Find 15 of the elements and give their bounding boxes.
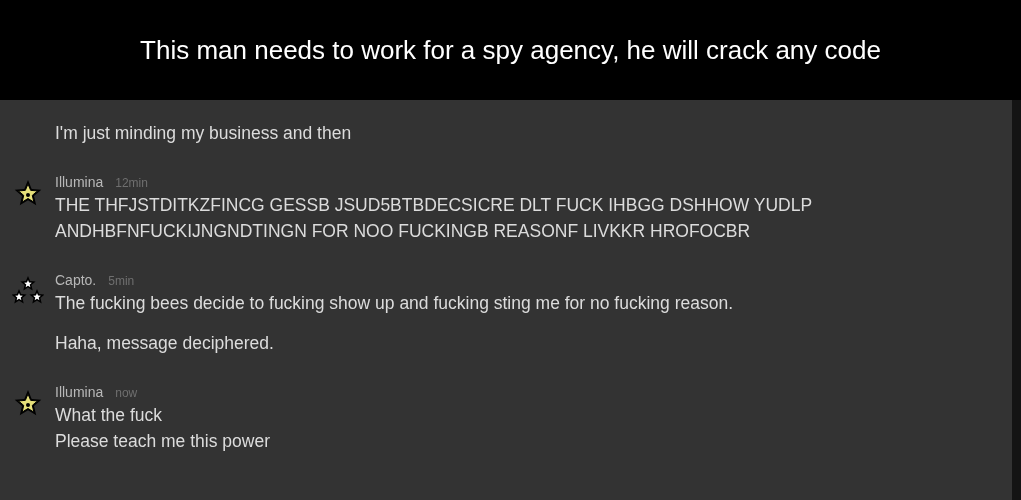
author-name: Capto.	[55, 272, 97, 288]
message-text: I'm just minding my business and then	[55, 122, 352, 145]
message-time: now	[115, 386, 138, 400]
message-text: Please teach me this power	[55, 430, 270, 453]
message-time: 5min	[108, 274, 135, 288]
message-text: What the fuck	[55, 404, 163, 427]
three-stars-icon	[11, 276, 44, 306]
author-name: Illumina	[55, 174, 104, 190]
message-time: 12min	[115, 176, 148, 190]
message-text: ANDHBFNFUCKIJNGNDTINGN FOR NOO FUCKINGB REASONF LIVKKR HROFOCBR	[55, 220, 752, 243]
message-text: Haha, message deciphered.	[55, 332, 275, 355]
meme-caption: This man needs to work for a spy agency, he will crack any code	[140, 34, 881, 66]
author-name: Illumina	[55, 384, 104, 400]
message-text: The fucking bees decide to fucking show up and fucking sting me for no fucking reason.	[55, 292, 734, 315]
message-text: THE THFJSTDITKZFINCG GESSB JSUD5BTBDECSICRE DLT FUCK IHBGG DSHHOW YUDLP	[55, 194, 813, 217]
